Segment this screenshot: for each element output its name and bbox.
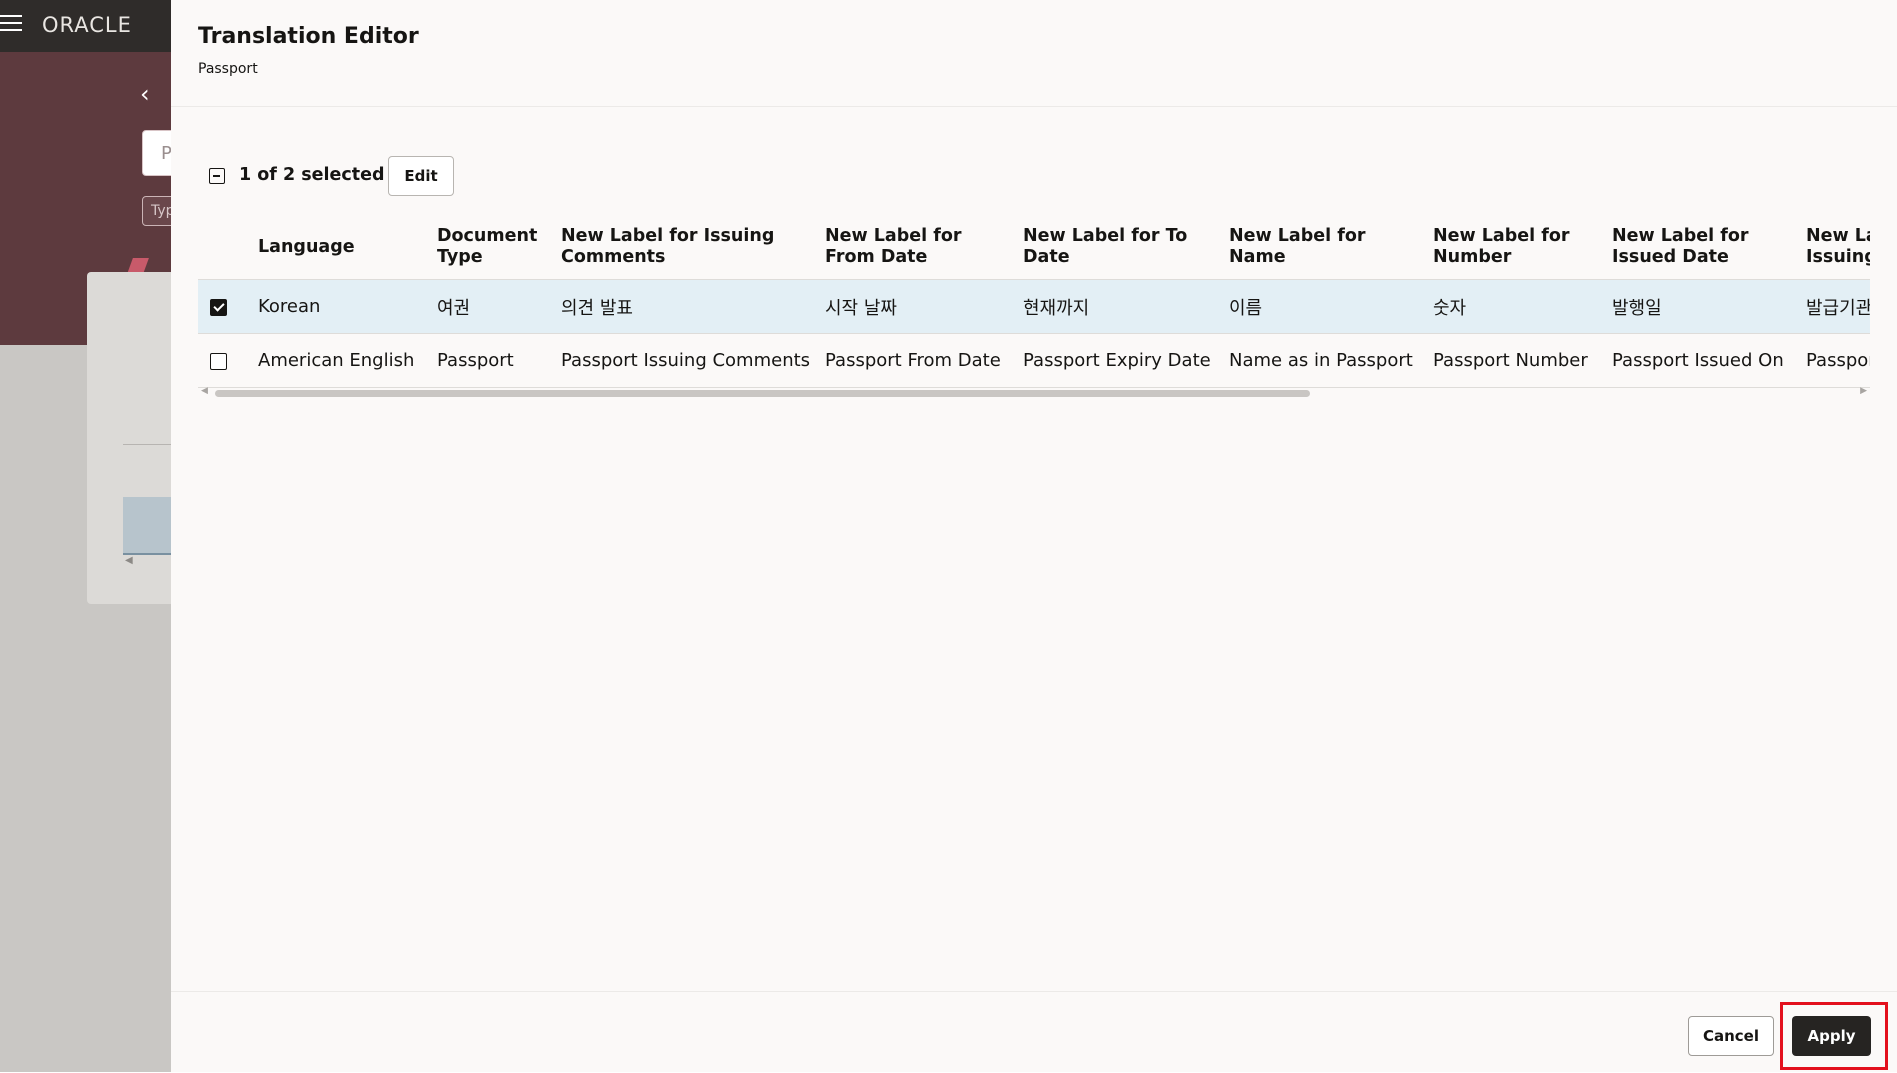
table-cell[interactable]: Passport Issuing Authority	[1806, 333, 1870, 388]
background-scroll-left-icon: ◀	[125, 555, 133, 566]
background-card-divider	[123, 444, 171, 445]
table-toolbar: 1 of 2 selected Edit	[198, 156, 598, 196]
column-header[interactable]: New Label for Number	[1433, 219, 1612, 280]
table-cell[interactable]: Passport From Date	[825, 333, 1023, 388]
column-header[interactable]: New Label for Issuing Authority	[1806, 219, 1870, 280]
column-header[interactable]: New Label for To Date	[1023, 219, 1229, 280]
row-checkbox[interactable]	[210, 298, 227, 316]
table-cell[interactable]: 의견 발표	[561, 279, 825, 334]
table-cell[interactable]: Passport Issuing Comments	[561, 333, 825, 388]
column-header[interactable]: New Label for Issuing Comments	[561, 219, 825, 280]
table-cell[interactable]: Passport Number	[1433, 333, 1612, 388]
table-cell[interactable]: Name as in Passport	[1229, 333, 1433, 388]
apply-highlight-box	[1780, 1002, 1888, 1070]
background-search-field[interactable]: P	[142, 130, 171, 176]
drawer-title: Translation Editor	[198, 24, 419, 49]
column-header[interactable]: New Label for From Date	[825, 219, 1023, 280]
cancel-button[interactable]: Cancel	[1688, 1016, 1774, 1056]
back-chevron-icon[interactable]: ‹	[140, 82, 150, 106]
table-row[interactable]: American English Passport Passport Issui…	[198, 333, 1870, 388]
translation-table: Language Document Type New Label for Iss…	[198, 219, 1870, 399]
table-cell[interactable]: 이름	[1229, 279, 1433, 334]
column-header[interactable]: Document Type	[437, 219, 561, 280]
row-checkbox[interactable]	[210, 352, 227, 370]
select-all-checkbox[interactable]	[209, 168, 225, 184]
table-cell[interactable]: 시작 날짜	[825, 279, 1023, 334]
drawer-subtitle: Passport	[198, 61, 258, 77]
row-select-cell	[198, 333, 258, 388]
column-header[interactable]: New Label for Issued Date	[1612, 219, 1806, 280]
table-cell[interactable]: 현재까지	[1023, 279, 1229, 334]
background-card-selected-row	[123, 497, 171, 555]
background-type-field[interactable]: Typ	[142, 196, 171, 226]
edit-button[interactable]: Edit	[388, 156, 454, 196]
drawer-footer: Cancel Apply	[171, 991, 1897, 1073]
row-select-cell	[198, 279, 258, 334]
horizontal-scrollbar[interactable]: ◀ ▶	[198, 386, 1870, 400]
background-app: ORACLE ‹ P Typ ◀	[0, 0, 171, 1072]
oracle-logo: ORACLE	[42, 13, 132, 37]
table-cell[interactable]: 여권	[437, 279, 561, 334]
table-cell[interactable]: Passport Issued On	[1612, 333, 1806, 388]
selection-count: 1 of 2 selected	[239, 165, 385, 185]
column-header[interactable]: Language	[258, 219, 437, 280]
table-cell[interactable]: 숫자	[1433, 279, 1612, 334]
table-row[interactable]: Korean 여권 의견 발표 시작 날짜 현재까지 이름 숫자 발행일 발급기…	[198, 279, 1870, 334]
table-header-row: Language Document Type New Label for Iss…	[198, 219, 1870, 280]
scrollbar-thumb[interactable]	[215, 390, 1310, 397]
table-cell[interactable]: 발행일	[1612, 279, 1806, 334]
scroll-right-icon[interactable]: ▶	[1860, 386, 1867, 396]
translation-editor-drawer: Translation Editor Passport 1 of 2 selec…	[171, 0, 1897, 1072]
column-header-select	[198, 219, 258, 280]
hamburger-menu-icon[interactable]	[0, 15, 22, 35]
drawer-header: Translation Editor Passport	[171, 0, 1897, 107]
column-header[interactable]: New Label for Name	[1229, 219, 1433, 280]
app-top-bar: ORACLE	[0, 0, 171, 52]
table-cell[interactable]: 발급기관	[1806, 279, 1870, 334]
table-cell[interactable]: Korean	[258, 279, 437, 334]
table-cell[interactable]: Passport	[437, 333, 561, 388]
table-cell[interactable]: American English	[258, 333, 437, 388]
table-cell[interactable]: Passport Expiry Date	[1023, 333, 1229, 388]
scroll-left-icon[interactable]: ◀	[201, 386, 208, 396]
